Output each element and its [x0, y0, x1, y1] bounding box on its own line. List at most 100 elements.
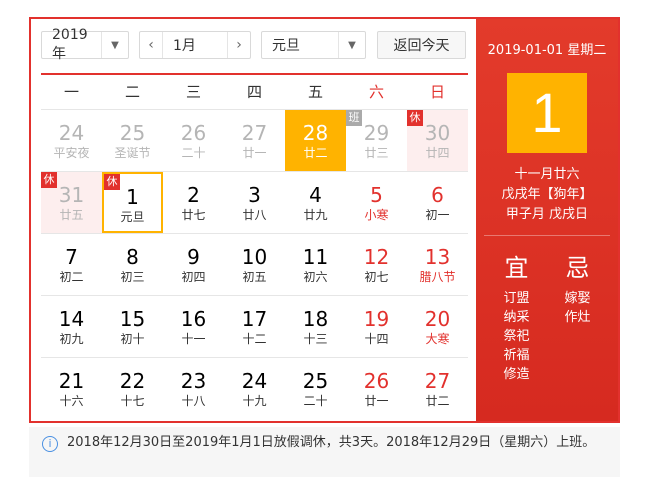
day-cell[interactable]: 休 31 廿五: [41, 172, 102, 233]
day-cell[interactable]: 24 平安夜: [41, 110, 102, 171]
back-to-today-button[interactable]: 返回今天: [377, 31, 466, 59]
day-cell[interactable]: 15 初十: [102, 296, 163, 357]
lunar-label: 初三: [120, 270, 145, 284]
big-day-number: 1: [531, 81, 563, 144]
lunar-label: 二十: [181, 146, 206, 160]
day-cell[interactable]: 休 30 廿四: [407, 110, 468, 171]
lunar-label: 初九: [59, 332, 84, 346]
lunar-label: 廿二: [425, 394, 450, 408]
lunar-label: 腊八节: [419, 270, 456, 284]
weekday-label: 四: [246, 83, 262, 101]
day-cell[interactable]: 8 初三: [102, 234, 163, 295]
day-cell[interactable]: 25 二十: [285, 358, 346, 419]
week-row: 7 初二 8 初三 9 初四 10 初五 11 初六 12 初七 13 腊八节: [41, 233, 468, 295]
day-cell[interactable]: 11 初六: [285, 234, 346, 295]
weekday-label: 五: [307, 83, 323, 101]
day-cell[interactable]: 24 十九: [224, 358, 285, 419]
day-cell[interactable]: 23 十八: [163, 358, 224, 419]
day-cell[interactable]: 22 十七: [102, 358, 163, 419]
lunar-label: 初五: [242, 270, 267, 284]
day-cell[interactable]: 17 十二: [224, 296, 285, 357]
yi-column: 宜 订盟 纳采 祭祀 祈福 修造: [492, 253, 542, 384]
day-number: 28: [302, 121, 329, 145]
week-row: 21 十六 22 十七 23 十八 24 十九 25 二十 26 廿一 27 廿二: [41, 357, 468, 419]
yi-item: 祈福: [503, 348, 530, 363]
lunar-label: 十六: [59, 394, 84, 408]
day-cell[interactable]: 13 腊八节: [407, 234, 468, 295]
day-cell[interactable]: 5 小寒: [346, 172, 407, 233]
month-select-group: ‹ 1月 ›: [139, 31, 251, 59]
day-cell[interactable]: 26 廿一: [346, 358, 407, 419]
day-cell[interactable]: 14 初九: [41, 296, 102, 357]
lunar-label: 廿九: [303, 208, 328, 222]
week-row: 14 初九 15 初十 16 十一 17 十二 18 十三 19 十四 20 大寒: [41, 295, 468, 357]
day-cell[interactable]: 7 初二: [41, 234, 102, 295]
lunar-label: 十七: [120, 394, 145, 408]
calendar-toolbar: 2019年 ▼ ‹ 1月 › 元旦 ▼ 返回今天: [41, 27, 481, 62]
day-cell[interactable]: 休 1 元旦: [102, 172, 163, 233]
day-cell[interactable]: 2 廿七: [163, 172, 224, 233]
day-cell[interactable]: 27 廿二: [407, 358, 468, 419]
day-cell[interactable]: 4 廿九: [285, 172, 346, 233]
day-cell[interactable]: 25 圣诞节: [102, 110, 163, 171]
day-number: 23: [180, 369, 207, 393]
lunar-label: 初六: [303, 270, 328, 284]
day-number: 17: [241, 307, 268, 331]
lunar-label: 十八: [181, 394, 206, 408]
lunar-label: 大寒: [425, 332, 450, 346]
ji-heading: 忌: [565, 254, 590, 282]
lunar-label: 廿四: [425, 146, 450, 160]
day-number: 8: [126, 245, 139, 269]
day-cell[interactable]: 3 廿八: [224, 172, 285, 233]
day-cell[interactable]: 6 初一: [407, 172, 468, 233]
holiday-select[interactable]: 元旦 ▼: [261, 31, 366, 59]
day-cell[interactable]: 10 初五: [224, 234, 285, 295]
lunar-label: 廿五: [59, 208, 84, 222]
month-select-value[interactable]: 1月: [163, 35, 227, 55]
day-cell[interactable]: 21 十六: [41, 358, 102, 419]
day-number: 30: [424, 121, 451, 145]
selected-date-line: 2019-01-01 星期二: [487, 43, 607, 58]
chevron-down-icon: ▼: [338, 32, 365, 58]
chevron-down-icon: ▼: [101, 32, 128, 58]
yi-item: 订盟: [503, 291, 530, 306]
day-number: 25: [302, 369, 329, 393]
next-month-button[interactable]: ›: [227, 32, 250, 58]
holiday-select-value: 元旦: [272, 38, 300, 54]
day-cell[interactable]: 27 廿一: [224, 110, 285, 171]
day-number: 14: [58, 307, 85, 331]
panel-divider: [484, 235, 610, 236]
day-cell[interactable]: 9 初四: [163, 234, 224, 295]
lunar-label: 廿七: [181, 208, 206, 222]
lunar-label: 平安夜: [53, 146, 90, 160]
day-number: 5: [370, 183, 383, 207]
day-number: 25: [119, 121, 146, 145]
year-select[interactable]: 2019年 ▼: [41, 27, 129, 62]
day-number: 19: [363, 307, 390, 331]
day-cell[interactable]: 20 大寒: [407, 296, 468, 357]
day-cell[interactable]: 12 初七: [346, 234, 407, 295]
day-cell[interactable]: 26 二十: [163, 110, 224, 171]
day-number: 20: [424, 307, 451, 331]
day-number: 10: [241, 245, 268, 269]
calendar-app: 2019年 ▼ ‹ 1月 › 元旦 ▼ 返回今天 一二三四五六日 24 平安夜 25…: [0, 0, 672, 477]
day-number: 18: [302, 307, 329, 331]
day-number: 2: [187, 183, 200, 207]
day-cell[interactable]: 19 十四: [346, 296, 407, 357]
day-number: 21: [58, 369, 85, 393]
lunar-label: 小寒: [364, 208, 389, 222]
yi-heading: 宜: [504, 254, 529, 282]
day-cell[interactable]: 班 29 廿三: [346, 110, 407, 171]
day-number: 15: [119, 307, 146, 331]
day-cell[interactable]: 28 廿二: [285, 110, 346, 171]
day-cell[interactable]: 16 十一: [163, 296, 224, 357]
lunar-label: 初七: [364, 270, 389, 284]
day-number: 24: [241, 369, 268, 393]
yi-item: 祭祀: [503, 329, 530, 344]
lunar-label: 二十: [303, 394, 328, 408]
prev-month-button[interactable]: ‹: [140, 32, 163, 58]
lunar-label: 廿八: [242, 208, 267, 222]
day-number: 26: [180, 121, 207, 145]
day-cell[interactable]: 18 十三: [285, 296, 346, 357]
day-number: 3: [248, 183, 261, 207]
